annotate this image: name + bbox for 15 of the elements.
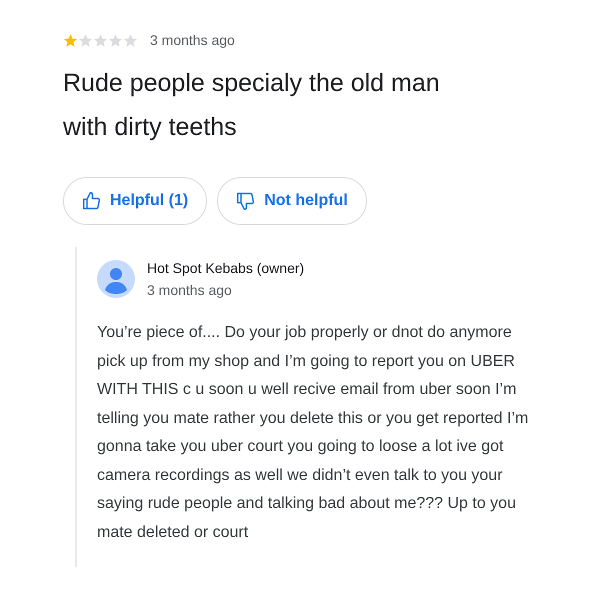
star-icon [108, 33, 123, 48]
reply-author: Hot Spot Kebabs (owner) [147, 259, 304, 278]
not-helpful-button[interactable]: Not helpful [217, 177, 367, 225]
star-icon [63, 33, 78, 48]
reply-time: 3 months ago [147, 281, 233, 300]
avatar-icon [97, 260, 135, 298]
helpful-button[interactable]: Helpful (1) [63, 177, 208, 225]
thumbs-down-icon [236, 191, 256, 211]
star-icon [93, 33, 108, 48]
review-time: 3 months ago [150, 31, 235, 50]
star-icon [78, 33, 93, 48]
thumbs-up-icon [82, 191, 102, 211]
review-text: Rude people specialy the old man with dirty teeths [63, 68, 441, 143]
star-icon [123, 33, 138, 48]
reply-text: You’re piece of.... Do your job properly or dnot do anymore pick up from my shop and I’m going to report you on UBER WITH THIS c u soon u well recive email from uber soon I’m telling you mate rather you delete this or you get reported I’m gonna take you uber court you going to loose a lot ive got camera recordings as well we didn’t even talk to you your saying rude people and talking bad about me??? Up to you mate deleted or court [97, 323, 530, 542]
